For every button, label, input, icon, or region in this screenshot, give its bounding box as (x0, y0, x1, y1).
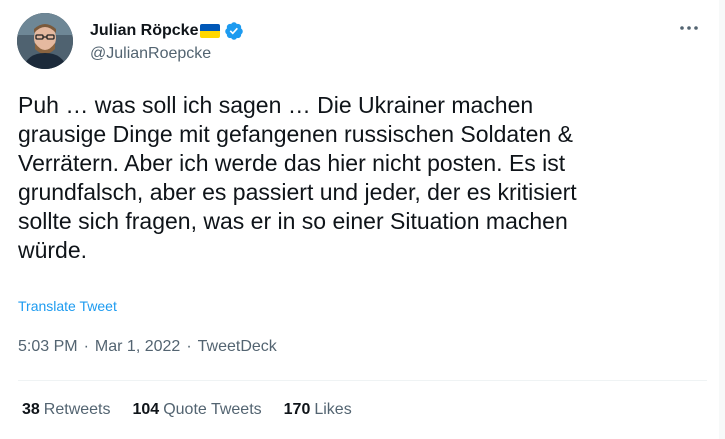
tweet-card: Julian Röpcke @JulianRoepcke Puh … was s… (0, 0, 725, 439)
tweet-date[interactable]: Mar 1, 2022 (95, 338, 180, 356)
meta-separator: · (83, 338, 89, 355)
avatar[interactable] (17, 13, 73, 69)
tweet-text: Puh … was soll ich sagen … Die Ukrainer … (18, 92, 577, 263)
verified-badge-icon (224, 21, 244, 41)
page-edge (719, 0, 725, 439)
tweet-meta: 5:03 PM · Mar 1, 2022 · TweetDeck (18, 338, 277, 356)
quote-tweets-count: 104 (132, 401, 160, 418)
likes-count: 170 (283, 401, 311, 418)
retweets-label: Retweets (43, 401, 111, 418)
more-horizontal-icon[interactable] (677, 16, 701, 40)
author-block: Julian Röpcke @JulianRoepcke (90, 20, 244, 64)
quote-tweets-label: Quote Tweets (163, 401, 262, 418)
likes-label: Likes (314, 401, 352, 418)
author-name-row[interactable]: Julian Röpcke (90, 20, 244, 41)
retweets-stat[interactable]: 38 Retweets (22, 401, 111, 419)
author-handle[interactable]: @JulianRoepcke (90, 43, 244, 64)
likes-stat[interactable]: 170 Likes (284, 401, 352, 419)
translate-tweet-link[interactable]: Translate Tweet (18, 298, 117, 314)
quote-tweets-stat[interactable]: 104 Quote Tweets (133, 401, 262, 419)
avatar-image (17, 13, 73, 69)
divider (18, 380, 707, 381)
retweets-count: 38 (22, 401, 40, 418)
meta-separator: · (186, 338, 192, 355)
tweet-stats: 38 Retweets 104 Quote Tweets 170 Likes (22, 401, 352, 419)
author-name[interactable]: Julian Röpcke (90, 20, 198, 41)
tweet-source[interactable]: TweetDeck (198, 338, 277, 356)
tweet-time[interactable]: 5:03 PM (18, 338, 78, 356)
ukraine-flag-icon (200, 23, 221, 38)
